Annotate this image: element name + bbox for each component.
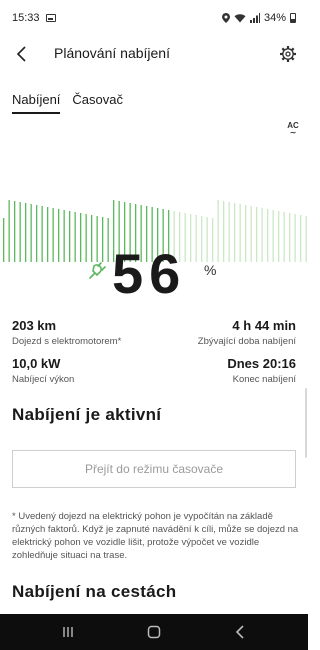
ac-wave-icon: ∼ (289, 128, 297, 137)
remaining-time-stat: 4 h 44 min Zbývající doba nabíjení (198, 318, 296, 347)
settings-button[interactable] (276, 42, 300, 66)
remaining-time-label: Zbývající doba nabíjení (197, 336, 296, 347)
charging-power-stat: 10,0 kW Nabíjecí výkon (12, 356, 74, 385)
charge-display: 56 % (0, 244, 308, 304)
tab-bar: Nabíjení Časovač (12, 92, 123, 114)
page-title: Plánování nabíjení (54, 45, 170, 61)
charging-status-heading: Nabíjení je aktivní (12, 405, 162, 424)
gear-icon (280, 46, 296, 62)
battery-icon (290, 13, 296, 23)
back-button[interactable] (10, 42, 34, 66)
system-back-button[interactable] (228, 622, 252, 642)
status-time: 15:33 (12, 12, 40, 24)
charging-end-label: Konec nabíjení (232, 374, 296, 385)
charge-percent-value: 56 (112, 242, 187, 305)
range-label: Dojezd s elektromotorem* (12, 336, 122, 347)
scrollbar[interactable] (305, 388, 307, 458)
plug-icon (89, 262, 106, 279)
app-bar: Plánování nabíjení (0, 36, 308, 72)
recent-apps-button[interactable] (56, 622, 80, 642)
recent-apps-icon (63, 627, 73, 637)
status-bar: 15:33 34% (0, 0, 308, 36)
status-icons: 34% (221, 12, 296, 24)
charging-power-value: 10,0 kW (12, 356, 61, 371)
charging-on-the-road-heading: Nabíjení na cestách (12, 582, 177, 601)
gallery-notification-icon (45, 14, 56, 22)
location-icon (221, 13, 230, 23)
home-button[interactable] (142, 622, 166, 642)
ac-charging-icon: AC ∼ (286, 122, 300, 137)
tab-timer[interactable]: Časovač (72, 92, 123, 114)
charging-power-label: Nabíjecí výkon (12, 374, 75, 385)
back-arrow-icon (16, 46, 26, 62)
battery-percent: 34% (263, 12, 286, 24)
system-back-icon (235, 625, 244, 639)
range-stat: 203 km Dojezd s elektromotorem* (12, 318, 121, 347)
home-icon (147, 625, 161, 639)
signal-icon (249, 13, 260, 23)
charging-end-value: Dnes 20:16 (227, 356, 296, 371)
switch-to-timer-button[interactable]: Přejít do režimu časovače (12, 450, 296, 488)
remaining-time-value: 4 h 44 min (232, 318, 296, 333)
tab-charging[interactable]: Nabíjení (12, 92, 61, 114)
charging-end-stat: Dnes 20:16 Konec nabíjení (227, 356, 296, 385)
charge-percent-unit: % (204, 262, 217, 278)
system-nav-bar (0, 614, 308, 650)
wifi-icon (234, 14, 246, 23)
range-value: 203 km (12, 318, 57, 333)
range-footnote: * Uvedený dojezd na elektrický pohon je … (12, 511, 299, 561)
